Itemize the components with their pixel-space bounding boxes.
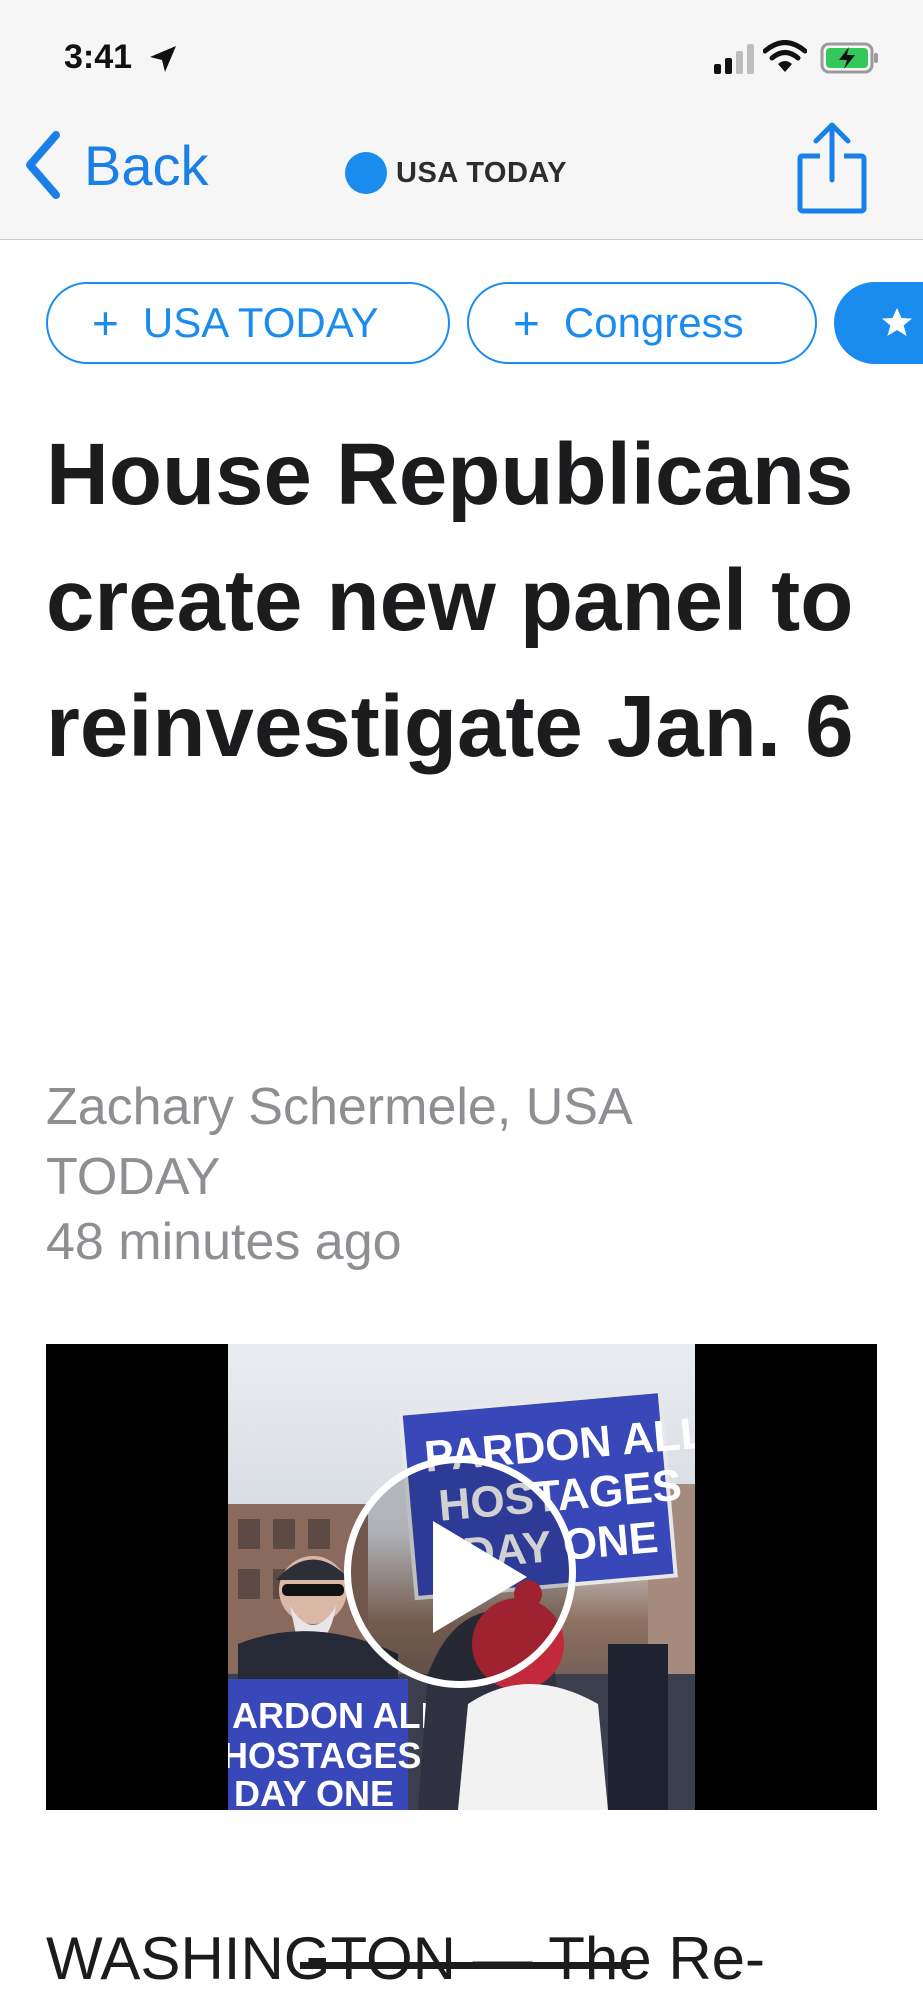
top-bar: 3:41 Back USA TODAY xyxy=(0,0,923,240)
publisher-logo-dot xyxy=(345,152,387,194)
wifi-icon xyxy=(763,40,807,72)
topic-chips: + USA TODAY + Congress xyxy=(0,282,923,370)
publisher-name: USA TODAY xyxy=(396,156,568,189)
chip-label: USA TODAY xyxy=(142,299,379,346)
article-body-start: WASHINGTON — The Re- xyxy=(46,1925,766,1992)
star-icon xyxy=(882,308,912,336)
chevron-left-icon xyxy=(26,131,60,199)
svg-text:DAY ONE: DAY ONE xyxy=(234,1773,394,1810)
article-headline: House Republicans create new panel to re… xyxy=(46,426,854,775)
favorite-topic-chip[interactable] xyxy=(834,282,923,364)
svg-text:HOSTAGES: HOSTAGES xyxy=(228,1735,421,1776)
plus-icon: + xyxy=(92,297,119,349)
article-video[interactable]: ARDON ALL HOSTAGES DAY ONE PARDON ALL HO… xyxy=(46,1344,877,1810)
publisher-brand: USA TODAY xyxy=(345,152,567,194)
play-icon[interactable] xyxy=(344,1456,576,1688)
location-arrow-icon xyxy=(150,46,176,72)
back-label: Back xyxy=(84,133,209,197)
article-byline: Zachary Schermele, USA TODAY xyxy=(46,1078,630,1206)
follow-congress-chip[interactable]: + Congress xyxy=(467,282,817,364)
battery-charging-icon xyxy=(820,42,878,74)
back-button[interactable]: Back xyxy=(22,120,209,210)
scroll-overlay-line xyxy=(300,1962,630,1969)
chip-label: Congress xyxy=(563,299,744,346)
svg-text:ARDON ALL: ARDON ALL xyxy=(232,1695,443,1736)
article-timestamp: 48 minutes ago xyxy=(46,1213,402,1271)
status-time: 3:41 xyxy=(64,38,133,76)
cellular-signal-icon xyxy=(714,44,754,74)
share-icon[interactable] xyxy=(796,122,868,214)
plus-icon: + xyxy=(513,297,540,349)
follow-usatoday-chip[interactable]: + USA TODAY xyxy=(46,282,450,364)
